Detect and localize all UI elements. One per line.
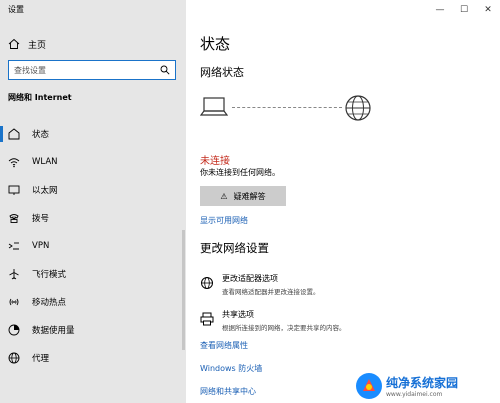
maximize-button[interactable]: ☐ (452, 0, 476, 20)
show-networks-link[interactable]: 显示可用网络 (200, 215, 248, 226)
sidebar-item-label: 以太网 (32, 186, 58, 196)
page-title: 状态 (200, 35, 231, 53)
watermark-url: www.yidaimei.com (386, 391, 443, 398)
watermark-text: 纯净系统家园 www.yidaimei.com (386, 374, 458, 398)
globe-icon (8, 352, 20, 364)
sidebar-item-proxy[interactable]: 代理 (0, 344, 186, 372)
app-title: 设置 (8, 5, 24, 14)
option-sharing[interactable]: 共享选项 根据所连接到的网络，决定要共享的内容。 (200, 309, 346, 332)
watermark-logo-icon (356, 373, 382, 399)
sidebar-item-label: WLAN (32, 157, 58, 167)
sharing-center-link[interactable]: 网络和共享中心 (200, 386, 256, 397)
sidebar-item-label: 代理 (32, 354, 50, 364)
sidebar-item-vpn[interactable]: VPN (0, 232, 186, 260)
main-content: — ☐ ✕ 状态 网络状态 未连接 你未连接到任何网络。 ⚠ 疑难解答 显示可用… (186, 0, 500, 403)
network-diagram (200, 94, 382, 126)
option-adapter[interactable]: 更改适配器选项 查看网络适配器并更改连接设置。 (200, 273, 320, 296)
sidebar-home-label: 主页 (28, 40, 47, 51)
option-description: 根据所连接到的网络，决定要共享的内容。 (222, 324, 346, 332)
firewall-link[interactable]: Windows 防火墙 (200, 363, 262, 374)
search-input[interactable]: 查找设置 (8, 60, 176, 80)
search-placeholder: 查找设置 (14, 65, 46, 75)
adapter-icon (200, 275, 216, 291)
sidebar: 设置 主页 查找设置 网络和 Internet 状态 WLAN 以太网 拨号 V… (0, 0, 186, 403)
sidebar-item-wlan[interactable]: WLAN (0, 148, 186, 176)
warning-icon: ⚠ (220, 191, 228, 201)
option-title: 共享选项 (222, 310, 254, 319)
sharing-icon (200, 311, 216, 327)
sidebar-item-label: 状态 (32, 130, 50, 140)
sidebar-item-airplane[interactable]: 飞行模式 (0, 260, 186, 288)
sidebar-scrollbar[interactable] (182, 230, 185, 350)
settings-window: 设置 主页 查找设置 网络和 Internet 状态 WLAN 以太网 拨号 V… (0, 0, 500, 403)
phone-icon (8, 212, 20, 224)
sidebar-item-label: 拨号 (32, 214, 50, 224)
change-settings-heading: 更改网络设置 (200, 241, 269, 255)
status-icon (8, 128, 20, 140)
close-button[interactable]: ✕ (476, 0, 500, 20)
sidebar-item-label: VPN (32, 241, 50, 251)
internet-globe-icon (345, 95, 371, 121)
search-icon[interactable] (160, 65, 170, 75)
troubleshoot-button[interactable]: ⚠ 疑难解答 (200, 186, 286, 206)
ethernet-icon (8, 184, 20, 196)
laptop-icon (200, 97, 228, 116)
sidebar-item-ethernet[interactable]: 以太网 (0, 176, 186, 204)
window-controls: — ☐ ✕ (428, 0, 500, 20)
network-status-heading: 网络状态 (200, 66, 244, 79)
home-icon (8, 38, 20, 49)
option-description: 查看网络适配器并更改连接设置。 (222, 288, 320, 296)
sidebar-item-status[interactable]: 状态 (0, 120, 186, 148)
option-title: 更改适配器选项 (222, 274, 278, 283)
airplane-icon (8, 268, 20, 280)
connection-description: 你未连接到任何网络。 (200, 168, 280, 177)
sidebar-item-label: 移动热点 (32, 298, 67, 308)
vpn-icon (8, 240, 20, 252)
wifi-icon (8, 156, 20, 168)
hotspot-icon (8, 296, 20, 308)
minimize-button[interactable]: — (428, 0, 452, 20)
connection-line (232, 107, 342, 108)
network-properties-link[interactable]: 查看网络属性 (200, 340, 248, 351)
sidebar-item-data-usage[interactable]: 数据使用量 (0, 316, 186, 344)
watermark-brand: 纯净系统家园 (386, 376, 459, 390)
sidebar-nav: 状态 WLAN 以太网 拨号 VPN 飞行模式 移动热点 数据使用量 代理 (0, 120, 186, 372)
troubleshoot-label: 疑难解答 (233, 191, 266, 201)
connection-state: 未连接 (200, 156, 230, 167)
sidebar-section-title: 网络和 Internet (8, 93, 72, 102)
watermark: 纯净系统家园 www.yidaimei.com (356, 372, 496, 400)
sidebar-home[interactable]: 主页 (8, 36, 46, 52)
sidebar-item-label: 飞行模式 (32, 270, 67, 280)
sidebar-item-label: 数据使用量 (32, 326, 75, 336)
data-usage-icon (8, 324, 20, 336)
sidebar-item-dialup[interactable]: 拨号 (0, 204, 186, 232)
sidebar-item-hotspot[interactable]: 移动热点 (0, 288, 186, 316)
